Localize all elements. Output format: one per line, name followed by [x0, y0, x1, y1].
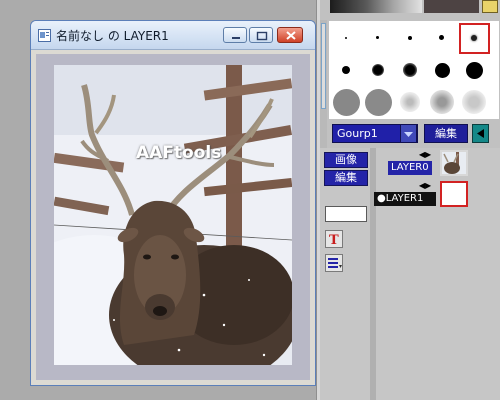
layer-panel-divider — [370, 148, 376, 400]
brush-preset[interactable] — [363, 55, 394, 86]
layer-edit-button[interactable]: 編集 — [324, 170, 368, 186]
window-title: 名前なし の LAYER1 — [56, 29, 169, 43]
color-swatch[interactable] — [424, 0, 479, 13]
layer-list-icon[interactable] — [325, 254, 343, 272]
brush-preset[interactable] — [459, 87, 490, 118]
minimize-button[interactable] — [223, 27, 247, 43]
opacity-field[interactable] — [325, 206, 367, 222]
layer-thumbnail[interactable] — [440, 150, 468, 176]
brush-panel: Gourp1 編集 — [320, 0, 500, 148]
visibility-toggle-icon[interactable]: ◀▶ — [418, 181, 432, 191]
brush-preset[interactable] — [459, 55, 490, 86]
layer-name: LAYER0 — [388, 161, 432, 175]
window-titlebar[interactable]: 名前なし の LAYER1 — [31, 21, 315, 50]
brush-preset[interactable] — [395, 87, 426, 118]
brush-preset[interactable] — [331, 87, 362, 118]
close-icon — [286, 31, 296, 40]
folder-icon[interactable] — [482, 0, 498, 13]
brush-preset[interactable] — [331, 55, 362, 86]
brush-preset[interactable] — [331, 23, 362, 54]
layer-thumbnail-selected[interactable] — [440, 181, 468, 207]
brush-preset[interactable] — [427, 87, 458, 118]
brush-edit-button[interactable]: 編集 — [424, 124, 468, 143]
canvas-image[interactable]: AAFtools — [54, 65, 292, 365]
maximize-icon — [256, 31, 268, 41]
document-window: 名前なし の LAYER1 AAFtools — [30, 20, 316, 386]
canvas-frame: AAFtools — [36, 54, 310, 380]
layer-row[interactable]: ◀▶ LAYER0 — [378, 150, 498, 180]
brush-preset[interactable] — [395, 23, 426, 54]
panel-toggle-button[interactable] — [472, 124, 489, 143]
brush-preset[interactable] — [395, 55, 426, 86]
gradient-swatch[interactable] — [330, 0, 422, 13]
list-glyph-icon — [328, 258, 342, 268]
document-icon — [38, 29, 51, 42]
brush-preset[interactable] — [427, 55, 458, 86]
layer-name: ●LAYER1 — [374, 192, 436, 206]
brush-preset[interactable] — [427, 23, 458, 54]
brush-group-value: Gourp1 — [337, 127, 378, 140]
active-layer-icon: ● — [377, 193, 386, 204]
text-tool-icon[interactable]: T — [325, 230, 343, 248]
layer-row-active[interactable]: ◀▶ ●LAYER1 — [374, 181, 498, 211]
brush-grid — [329, 21, 499, 119]
chevron-down-icon — [404, 132, 413, 137]
layer-panel: 画像 編集 ◀▶ LAYER0 ◀▶ ●LAYER1 T — [320, 148, 500, 400]
brush-preset-selected[interactable] — [459, 23, 490, 54]
layer-name-text: LAYER1 — [385, 193, 424, 204]
deer-photo — [54, 65, 292, 365]
arrow-left-icon — [477, 129, 484, 138]
brush-scrollbar[interactable] — [320, 20, 327, 148]
watermark-text: AAFtools — [136, 143, 222, 163]
dropdown-button[interactable] — [400, 124, 417, 143]
minimize-icon — [232, 37, 240, 39]
close-button[interactable] — [277, 27, 303, 43]
brush-preset[interactable] — [363, 23, 394, 54]
text-glyph-icon: T — [329, 233, 339, 248]
maximize-button[interactable] — [249, 27, 273, 43]
visibility-toggle-icon[interactable]: ◀▶ — [418, 150, 432, 160]
image-button[interactable]: 画像 — [324, 152, 368, 168]
brush-preset[interactable] — [363, 87, 394, 118]
svg-text:T: T — [329, 233, 339, 247]
scrollbar-thumb[interactable] — [321, 23, 326, 109]
